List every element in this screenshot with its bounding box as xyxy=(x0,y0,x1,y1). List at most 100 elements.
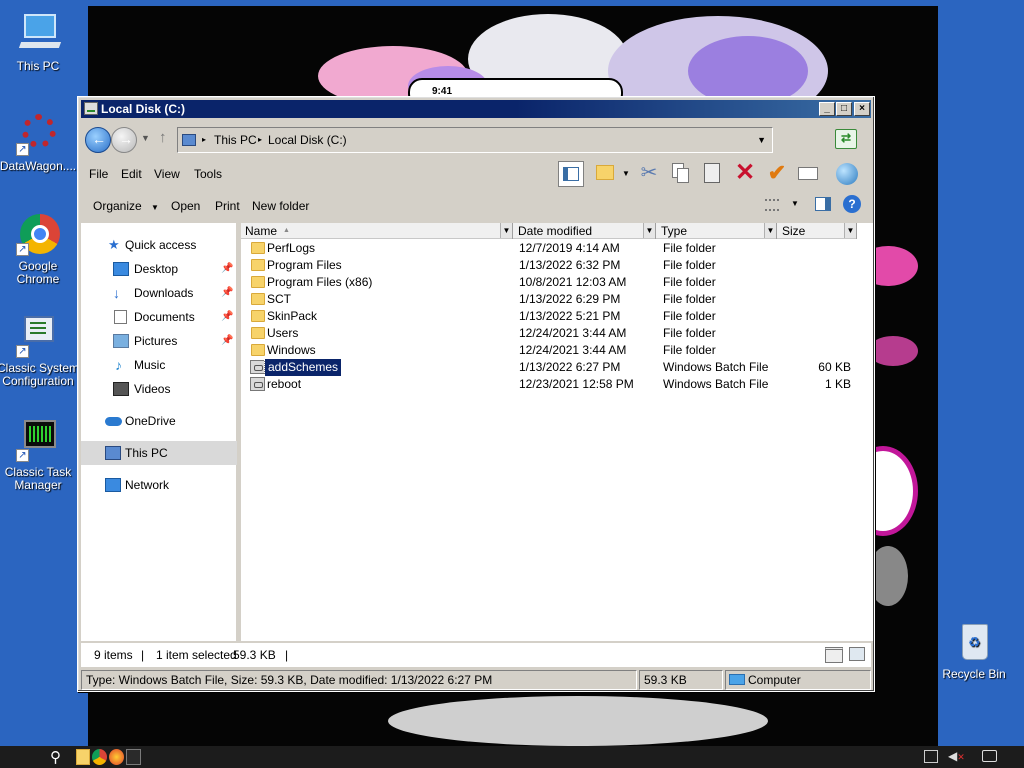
network-tray-icon[interactable] xyxy=(924,750,938,763)
paste-icon[interactable] xyxy=(700,161,726,187)
chrome-taskbar-icon[interactable] xyxy=(92,749,107,765)
nav-item-onedrive[interactable]: OneDrive xyxy=(81,409,237,433)
help-icon[interactable]: ? xyxy=(843,195,861,213)
file-row[interactable]: Users 12/24/2021 3:44 AM File folder xyxy=(241,325,857,342)
minimize-button[interactable]: _ xyxy=(819,102,835,116)
nav-item-pictures[interactable]: Pictures 📌 xyxy=(81,329,237,353)
copy-icon[interactable] xyxy=(668,161,694,187)
file-date: 1/13/2022 5:21 PM xyxy=(519,309,621,323)
title-bar[interactable]: Local Disk (C:) _ □ × xyxy=(81,100,871,118)
file-row[interactable]: PerfLogs 12/7/2019 4:14 AM File folder xyxy=(241,240,857,257)
large-icons-view-icon[interactable] xyxy=(849,647,865,661)
notifications-icon[interactable] xyxy=(982,750,997,762)
file-row[interactable]: reboot 12/23/2021 12:58 PM Windows Batch… xyxy=(241,376,857,393)
history-dropdown-icon[interactable]: ▼ xyxy=(141,133,150,143)
forward-button[interactable]: → xyxy=(111,127,137,153)
drive-icon xyxy=(84,102,98,115)
close-button[interactable]: × xyxy=(854,102,870,116)
nav-item-network[interactable]: Network xyxy=(81,473,237,497)
desktop-icon-chrome[interactable]: ↗ Google Chrome xyxy=(0,212,80,286)
shortcut-arrow-icon: ↗ xyxy=(16,243,29,256)
task-manager-taskbar-icon[interactable] xyxy=(126,749,141,765)
preview-toggle-icon[interactable] xyxy=(815,197,831,211)
folder-options-dropdown-icon[interactable]: ▼ xyxy=(622,169,630,178)
file-row[interactable]: Program Files 1/13/2022 6:32 PM File fol… xyxy=(241,257,857,274)
file-date: 12/24/2021 3:44 AM xyxy=(519,326,627,340)
search-icon[interactable]: ⚲ xyxy=(50,748,61,766)
view-dropdown-icon[interactable]: ▼ xyxy=(791,199,799,208)
desktop-icon-recycle-bin[interactable]: ♻ Recycle Bin xyxy=(932,620,1016,681)
view-options-icon[interactable] xyxy=(765,199,779,211)
file-name: addSchemes xyxy=(263,358,343,377)
address-bar[interactable]: ▸ This PC ▸ Local Disk (C:) ▼ xyxy=(177,127,773,153)
properties-icon[interactable] xyxy=(796,161,822,187)
volume-muted-icon[interactable]: ◀✕ xyxy=(948,749,965,763)
new-folder-button[interactable]: New folder xyxy=(252,199,309,213)
sysconfig-icon: ↗ xyxy=(16,314,60,358)
folder-icon xyxy=(251,310,265,322)
column-filter-icon[interactable]: ▼ xyxy=(844,223,856,238)
file-row[interactable]: SCT 1/13/2022 6:29 PM File folder xyxy=(241,291,857,308)
file-row-selected[interactable]: addSchemes 1/13/2022 6:27 PM Windows Bat… xyxy=(241,358,857,377)
folder-options-icon[interactable] xyxy=(594,161,620,187)
nav-item-label: OneDrive xyxy=(125,414,176,428)
file-row[interactable]: Program Files (x86) 10/8/2021 12:03 AM F… xyxy=(241,274,857,291)
nav-item-this-pc[interactable]: This PC xyxy=(81,441,237,465)
print-button[interactable]: Print xyxy=(215,199,240,213)
menu-file[interactable]: File xyxy=(89,167,108,181)
folder-icon xyxy=(251,242,265,254)
column-filter-icon[interactable]: ▼ xyxy=(500,223,512,238)
pin-icon: 📌 xyxy=(221,311,234,322)
file-name: SCT xyxy=(267,292,291,306)
up-arrow-icon[interactable]: ↑ xyxy=(159,129,167,146)
file-row[interactable]: Windows 12/24/2021 3:44 AM File folder xyxy=(241,342,857,359)
preview-pane-icon[interactable] xyxy=(558,161,584,187)
cut-icon[interactable]: ✂ xyxy=(636,161,662,187)
address-dropdown-icon[interactable]: ▼ xyxy=(757,128,766,152)
column-header-date[interactable]: Date modified ▼ xyxy=(514,223,656,239)
menu-tools[interactable]: Tools xyxy=(194,167,222,181)
details-status-line: 9 items | 1 item selected 59.3 KB | xyxy=(81,643,871,667)
navigation-pane: ★ Quick access Desktop 📌 ↓ Downloads 📌 D… xyxy=(81,223,239,641)
file-date: 1/13/2022 6:27 PM xyxy=(519,360,621,374)
nav-item-label: Videos xyxy=(134,382,171,396)
organize-button[interactable]: Organize ▼ xyxy=(93,199,159,213)
globe-icon[interactable] xyxy=(834,161,860,187)
file-row[interactable]: SkinPack 1/13/2022 5:21 PM File folder xyxy=(241,308,857,325)
column-filter-icon[interactable]: ▼ xyxy=(764,223,776,238)
desktop-icon-datawagon[interactable]: ↗ DataWagon.... xyxy=(0,112,80,173)
open-button[interactable]: Open xyxy=(171,199,200,213)
nav-item-downloads[interactable]: ↓ Downloads 📌 xyxy=(81,281,237,305)
column-header-type[interactable]: Type ▼ xyxy=(657,223,777,239)
menu-edit[interactable]: Edit xyxy=(121,167,142,181)
column-filter-icon[interactable]: ▼ xyxy=(643,223,655,238)
desktop-icon-classic-task-manager[interactable]: ↗ Classic Task Manager xyxy=(0,418,80,492)
desktop-icon-this-pc[interactable]: This PC xyxy=(0,12,80,73)
column-header-name[interactable]: Name ▲ ▼ xyxy=(241,223,513,239)
nav-item-documents[interactable]: Documents 📌 xyxy=(81,305,237,329)
file-explorer-taskbar-icon[interactable] xyxy=(76,749,90,765)
nav-item-label: Network xyxy=(125,478,170,492)
nav-item-videos[interactable]: Videos xyxy=(81,377,237,401)
delete-icon[interactable]: ✕ xyxy=(732,161,758,187)
file-type: File folder xyxy=(663,326,716,340)
nav-item-label: This PC xyxy=(125,446,168,460)
maximize-button[interactable]: □ xyxy=(836,102,852,116)
firefox-taskbar-icon[interactable] xyxy=(109,749,124,765)
nav-item-music[interactable]: ♪ Music xyxy=(81,353,237,377)
details-view-icon[interactable] xyxy=(825,647,843,663)
desktop-icon-label: This PC xyxy=(16,59,60,73)
nav-item-desktop[interactable]: Desktop 📌 xyxy=(81,257,237,281)
breadcrumb-local-disk[interactable]: Local Disk (C:) xyxy=(268,128,347,152)
menu-view[interactable]: View xyxy=(154,167,180,181)
onedrive-icon xyxy=(105,417,122,426)
refresh-button[interactable]: ⇄ xyxy=(835,129,857,149)
nav-item-quick-access[interactable]: ★ Quick access xyxy=(81,233,237,257)
back-button[interactable]: ← xyxy=(85,127,111,153)
checkmark-icon[interactable]: ✔ xyxy=(764,161,790,187)
status-separator: | xyxy=(285,648,289,662)
column-headers: Name ▲ ▼ Date modified ▼ Type ▼ Size ▼ xyxy=(241,223,857,239)
desktop-icon-classic-system-configuration[interactable]: ↗ Classic System Configuration xyxy=(0,314,80,388)
column-header-size[interactable]: Size ▼ xyxy=(778,223,857,239)
breadcrumb-this-pc[interactable]: This PC xyxy=(214,128,257,152)
